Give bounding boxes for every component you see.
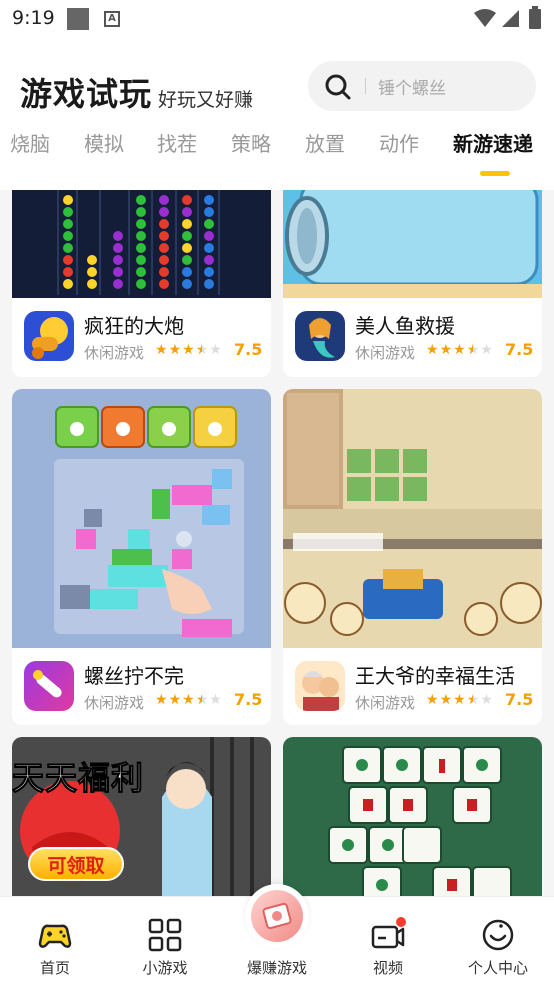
game-screenshot (283, 389, 542, 648)
game-info: 疯狂的大炮 休闲游戏 ★ ★ ★ ★ ★ 7.5 (12, 298, 271, 377)
game-card[interactable] (283, 737, 542, 896)
rating-score: 7.5 (505, 340, 534, 359)
tab-action[interactable]: 动作 (379, 128, 419, 157)
game-info: 王大爷的幸福生活 休闲游戏 ★ ★ ★ ★ ★ 7.5 (283, 648, 542, 725)
nav-home[interactable]: 首页 (0, 897, 110, 985)
star-icon: ★ (426, 342, 439, 358)
rating-score: 7.5 (505, 690, 534, 709)
signal-icon (502, 10, 519, 27)
tab-new-games[interactable]: 新游速递 (453, 128, 533, 157)
star-icon: ★ (439, 692, 453, 708)
game-info: 螺丝拧不完 休闲游戏 ★ ★ ★ ★ ★ 7.5 (12, 648, 271, 725)
video-icon (371, 917, 406, 949)
header: 游戏试玩 好玩又好赚 锤个螺丝 烧脑 模拟 找茬 策略 放置 动作 新游速递 (0, 38, 554, 190)
claim-button[interactable]: 可领取 (28, 847, 124, 881)
nav-label: 小游戏 (142, 959, 188, 977)
half-star-icon: ★ (195, 342, 209, 358)
star-rating: ★ ★ ★ ★ ★ (426, 342, 493, 358)
wifi-icon (474, 9, 496, 27)
star-icon: ★ (182, 692, 195, 708)
smile-icon (482, 919, 514, 951)
game-category: 休闲游戏 (355, 694, 416, 712)
status-time: 9:19 (12, 7, 55, 29)
nav-label: 爆赚游戏 (246, 959, 307, 977)
search-divider (365, 78, 366, 94)
game-name: 螺丝拧不完 (84, 664, 184, 688)
battery-icon (529, 6, 541, 29)
search-icon (325, 74, 351, 100)
half-star-icon: ★ (466, 342, 480, 358)
game-card[interactable]: 王大爷的幸福生活 休闲游戏 ★ ★ ★ ★ ★ 7.5 (283, 389, 542, 725)
category-tabs: 烧脑 模拟 找茬 策略 放置 动作 新游速递 (0, 128, 554, 176)
star-icon: ★ (453, 342, 466, 358)
game-screenshot (283, 737, 542, 896)
game-card[interactable]: 螺丝拧不完 休闲游戏 ★ ★ ★ ★ ★ 7.5 (12, 389, 271, 725)
star-rating: ★ ★ ★ ★ ★ (426, 692, 493, 708)
tab-strategy[interactable]: 策略 (231, 128, 271, 157)
star-icon: ★ (439, 342, 453, 358)
star-icon: ★ (168, 692, 182, 708)
game-card[interactable]: 疯狂的大炮 休闲游戏 ★ ★ ★ ★ ★ 7.5 (12, 190, 271, 377)
app-notification-icon: A (104, 11, 120, 27)
half-star-icon: ★ (195, 692, 209, 708)
game-screenshot (12, 190, 271, 298)
nav-label: 个人中心 (467, 959, 528, 977)
money-icon (251, 890, 303, 942)
half-star-icon: ★ (466, 692, 480, 708)
game-info: 美人鱼救援 休闲游戏 ★ ★ ★ ★ ★ 7.5 (283, 298, 542, 377)
game-name: 疯狂的大炮 (84, 314, 184, 338)
tab-simulation[interactable]: 模拟 (84, 128, 124, 157)
search-input[interactable]: 锤个螺丝 (308, 61, 536, 111)
game-card[interactable]: 美人鱼救援 休闲游戏 ★ ★ ★ ★ ★ 7.5 (283, 190, 542, 377)
tab-spot-difference[interactable]: 找茬 (157, 128, 197, 157)
star-icon: ★ (209, 692, 222, 708)
game-card[interactable]: 天天福利 可领取 (12, 737, 271, 896)
star-icon: ★ (453, 692, 466, 708)
game-category: 休闲游戏 (84, 344, 145, 362)
tab-brain[interactable]: 烧脑 (10, 128, 50, 157)
promo-banner-title: 天天福利 (12, 759, 145, 798)
tab-idle[interactable]: 放置 (305, 128, 345, 157)
grid-icon (148, 918, 182, 952)
nav-mini-games[interactable]: 小游戏 (110, 897, 220, 985)
search-placeholder: 锤个螺丝 (378, 79, 446, 99)
nav-label: 视频 (372, 959, 403, 977)
mermaid-app-icon (295, 311, 345, 361)
star-icon: ★ (182, 342, 195, 358)
game-screenshot (283, 190, 542, 298)
rating-score: 7.5 (234, 690, 263, 709)
grandpa-app-icon (295, 661, 345, 711)
nav-label: 首页 (39, 959, 70, 977)
star-icon: ★ (155, 342, 168, 358)
notification-icon (67, 8, 89, 30)
nav-video[interactable]: 视频 (333, 897, 443, 985)
star-rating: ★ ★ ★ ★ ★ (155, 342, 222, 358)
game-category: 休闲游戏 (84, 694, 145, 712)
cannon-app-icon (24, 311, 74, 361)
game-list: 疯狂的大炮 休闲游戏 ★ ★ ★ ★ ★ 7.5 美人鱼救援 休闲游戏 ★ ★ … (0, 190, 554, 896)
earn-games-button[interactable] (245, 884, 309, 948)
gamepad-icon (38, 924, 72, 948)
game-name: 美人鱼救援 (355, 314, 455, 338)
game-category: 休闲游戏 (355, 344, 416, 362)
star-icon: ★ (168, 342, 182, 358)
nav-profile[interactable]: 个人中心 (443, 897, 553, 985)
tab-active-indicator (480, 171, 510, 176)
status-bar: 9:19 A (0, 0, 554, 38)
star-icon: ★ (155, 692, 168, 708)
rating-score: 7.5 (234, 340, 263, 359)
star-icon: ★ (480, 692, 493, 708)
star-icon: ★ (426, 692, 439, 708)
game-name: 王大爷的幸福生活 (355, 664, 515, 688)
page-subtitle: 好玩又好赚 (158, 89, 254, 111)
page-title: 游戏试玩 (20, 75, 153, 113)
game-screenshot (12, 389, 271, 648)
screw-app-icon (24, 661, 74, 711)
star-rating: ★ ★ ★ ★ ★ (155, 692, 222, 708)
star-icon: ★ (480, 342, 493, 358)
star-icon: ★ (209, 342, 222, 358)
